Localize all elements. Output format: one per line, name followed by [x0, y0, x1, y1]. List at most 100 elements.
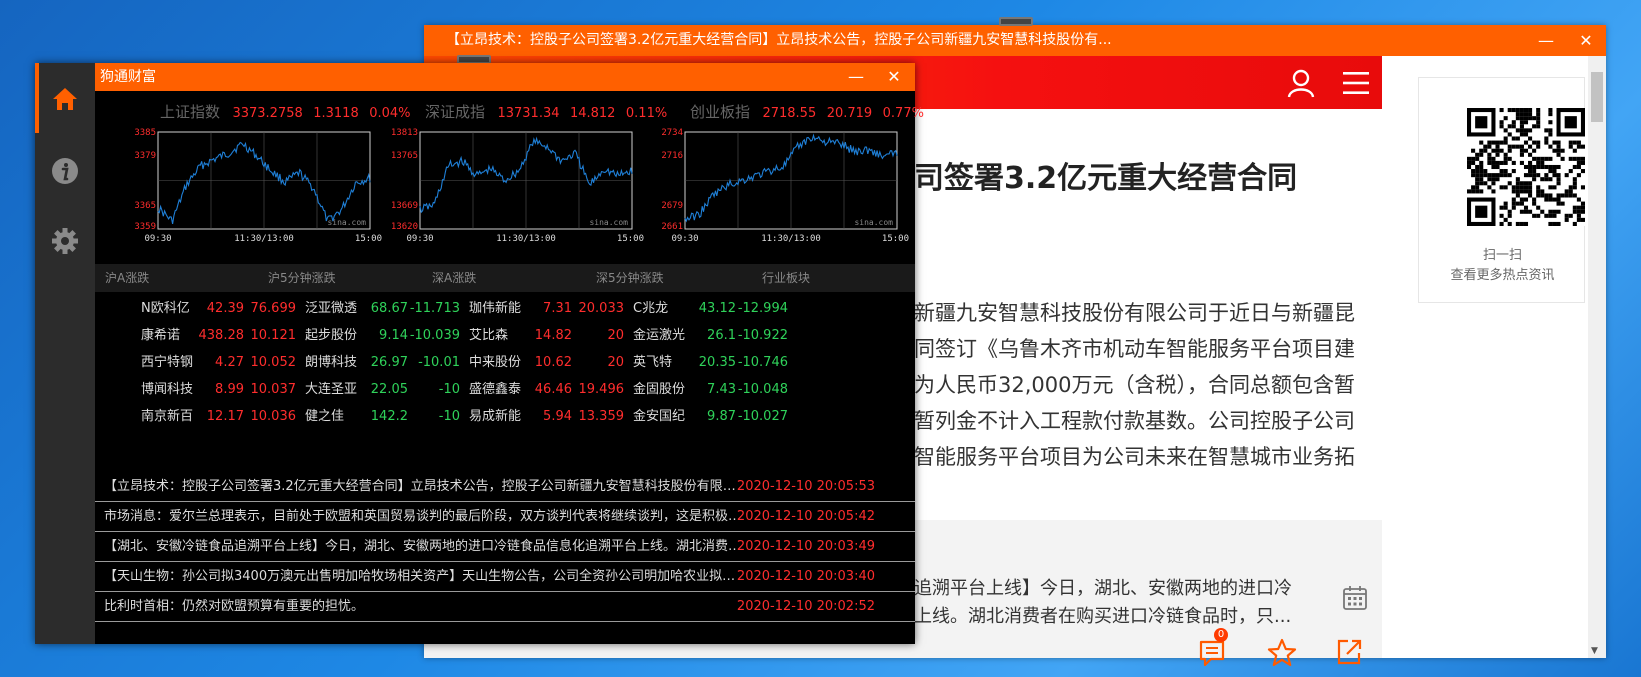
article-line: 同签订《乌鲁木齐市机动车智能服务平台项目建	[914, 337, 1355, 361]
sidebar-item-settings[interactable]	[35, 205, 95, 275]
news-time: 2020-12-10 20:05:53	[736, 479, 875, 494]
stock-change: -10.039	[409, 328, 460, 343]
index-percent: 0.11%	[625, 106, 668, 121]
stock-row[interactable]: 珈伟新能 7.31 20.033	[469, 295, 624, 322]
stock-row[interactable]: 金运激光 26.1 -10.922	[633, 322, 788, 349]
chart-y-label: 3359	[134, 222, 156, 232]
news-close-button[interactable]: ✕	[1566, 25, 1606, 56]
stock-price: 7.43	[707, 382, 736, 397]
stock-column: 珈伟新能 7.31 20.033 艾比森 14.82 20 中来股份 10.62 20 盛德…	[469, 295, 624, 430]
chart-x-label: 15:00	[617, 234, 644, 244]
stock-price: 8.99	[215, 382, 244, 397]
stock-row[interactable]: 西宁特钢 4.27 10.052	[141, 349, 296, 376]
stock-name: 英飞特	[633, 355, 673, 370]
qr-caption-line: 查看更多热点资讯	[1450, 268, 1555, 283]
ranking-tab-bar: 沪A涨跌 沪5分钟涨跌 深A涨跌 深5分钟涨跌 行业板块	[95, 264, 915, 292]
intraday-chart-shenzhen[interactable]: 13813 13765 13669 13620 09:30 11:30/13:00 15:0…	[392, 127, 652, 249]
stock-change: -10.01	[418, 355, 460, 370]
stock-row[interactable]: 泛亚微透 68.67 -11.713	[305, 295, 460, 322]
intraday-chart-shanghai[interactable]: 3385 3379 3365 3359 09:30 11:30/13:00 15:00 sin…	[130, 127, 390, 249]
stock-name: 康希诺	[141, 328, 181, 343]
stock-column: N欧科亿 42.39 76.699 康希诺 438.28 10.121 西宁特钢 4.27…	[141, 295, 296, 430]
sidebar-item-info[interactable]	[35, 135, 95, 205]
chart-y-label: 13620	[392, 222, 418, 232]
sidebar-item-home[interactable]	[35, 63, 95, 133]
stock-row[interactable]: 起步股份 9.14 -10.039	[305, 322, 460, 349]
stock-row[interactable]: C兆龙 43.12 -12.994	[633, 295, 788, 322]
stock-row[interactable]: N欧科亿 42.39 76.699	[141, 295, 296, 322]
index-name: 深证成指	[425, 103, 486, 121]
article-title: 司签署3.2亿元重大经营合同	[914, 161, 1298, 196]
stock-row[interactable]: 英飞特 20.35 -10.746	[633, 349, 788, 376]
calendar-icon[interactable]	[1342, 585, 1368, 611]
stock-row[interactable]: 金固股份 7.43 -10.048	[633, 376, 788, 403]
stock-row[interactable]: 博闻科技 8.99 10.037	[141, 376, 296, 403]
index-name: 上证指数	[160, 103, 221, 121]
tab-sz-a-movers[interactable]: 深A涨跌	[432, 264, 476, 292]
home-icon	[53, 88, 77, 110]
news-time: 2020-12-10 20:03:40	[736, 569, 875, 584]
stock-row[interactable]: 康希诺 438.28 10.121	[141, 322, 296, 349]
chart-x-label: 09:30	[406, 234, 433, 244]
stock-price: 7.31	[543, 301, 572, 316]
stock-price: 12.17	[206, 409, 244, 424]
news-text: 【天山生物：孙公司拟3400万澳元出售明加哈牧场相关资产】天山生物公告，公司全资…	[104, 569, 744, 584]
stock-price: 14.82	[534, 328, 572, 343]
stock-row[interactable]: 南京新百 12.17 10.036	[141, 403, 296, 430]
tab-sh-a-movers[interactable]: 沪A涨跌	[105, 264, 149, 292]
news-minimize-button[interactable]: —	[1526, 25, 1566, 56]
tab-sh-5min-movers[interactable]: 沪5分钟涨跌	[268, 264, 336, 292]
share-icon[interactable]	[1335, 638, 1363, 666]
index-change: 20.719	[826, 106, 873, 121]
article-line: 智能服务平台项目为公司未来在智慧城市业务拓	[914, 445, 1355, 469]
news-item[interactable]: 【天山生物：孙公司拟3400万澳元出售明加哈牧场相关资产】天山生物公告，公司全资…	[95, 562, 915, 592]
stock-row[interactable]: 艾比森 14.82 20	[469, 322, 624, 349]
qr-caption-line: 扫一扫	[1482, 248, 1522, 263]
stock-price: 5.94	[543, 409, 572, 424]
tab-sz-5min-movers[interactable]: 深5分钟涨跌	[596, 264, 664, 292]
related-news-item[interactable]: 追溯平台上线】今日，湖北、安徽两地的进口冷 上线。湖北消费者在购买进口冷链食品时…	[914, 575, 1334, 631]
stock-row[interactable]: 朗博科技 26.97 -10.01	[305, 349, 460, 376]
tab-industry-sectors[interactable]: 行业板块	[762, 264, 810, 292]
star-icon[interactable]	[1267, 638, 1297, 668]
stock-price: 20.35	[698, 355, 736, 370]
news-item[interactable]: 市场消息：爱尔兰总理表示，目前处于欧盟和英国贸易谈判的最后阶段，双方谈判代表将继…	[95, 502, 915, 532]
index-value: 13731.34	[497, 106, 560, 121]
intraday-chart-chinext[interactable]: 2734 2716 2679 2661 09:30 11:30/13:00 15:00 sin…	[657, 127, 917, 249]
chart-plot-area	[157, 131, 371, 230]
scrollbar[interactable]: ▼	[1588, 56, 1606, 658]
index-value: 2718.55	[762, 106, 817, 121]
stock-price: 142.2	[370, 409, 408, 424]
news-item[interactable]: 比利时首相：仍然对欧盟预算有重要的担忧。 2020-12-10 20:02:52	[95, 592, 915, 622]
stock-row[interactable]: 易成新能 5.94 13.359	[469, 403, 624, 430]
chart-x-label: 09:30	[671, 234, 698, 244]
scroll-down-icon[interactable]: ▼	[1591, 646, 1598, 656]
news-item[interactable]: 【立昂技术：控股子公司签署3.2亿元重大经营合同】立昂技术公告，控股子公司新疆九…	[95, 472, 915, 502]
index-quote-chinext: 创业板指 2718.55 20.719 0.77%	[690, 101, 930, 122]
stock-row[interactable]: 中来股份 10.62 20	[469, 349, 624, 376]
news-item[interactable]: 【湖北、安徽冷链食品追溯平台上线】今日，湖北、安徽两地的进口冷链食品信息化追溯平…	[95, 532, 915, 562]
stock-row[interactable]: 大连圣亚 22.05 -10	[305, 376, 460, 403]
window-grip-handle[interactable]	[999, 17, 1033, 26]
stock-row[interactable]: 金安国纪 9.87 -10.027	[633, 403, 788, 430]
chart-y-label: 2734	[661, 128, 683, 138]
stock-row[interactable]: 健之佳 142.2 -10	[305, 403, 460, 430]
stock-change: -10.048	[737, 382, 788, 397]
scrollbar-thumb[interactable]	[1591, 72, 1603, 122]
stock-name: 健之佳	[305, 409, 345, 424]
menu-icon[interactable]	[1342, 70, 1370, 96]
stock-name: C兆龙	[633, 301, 669, 316]
chart-plot-area	[684, 131, 898, 230]
sidebar	[35, 63, 95, 644]
news-window-title: 【立昂技术：控股子公司签署3.2亿元重大经营合同】立昂技术公告，控股子公司新疆九…	[446, 32, 1112, 48]
stock-minimize-button[interactable]: —	[837, 63, 875, 91]
index-quote-shenzhen: 深证成指 13731.34 14.812 0.11%	[425, 101, 673, 122]
stock-change: 20.033	[578, 301, 625, 316]
gear-icon	[52, 228, 78, 254]
stock-close-button[interactable]: ✕	[875, 63, 913, 91]
related-news-line: 上线。湖北消费者在购买进口冷链食品时，只...	[914, 606, 1292, 627]
news-titlebar: 【立昂技术：控股子公司签署3.2亿元重大经营合同】立昂技术公告，控股子公司新疆九…	[424, 25, 1606, 56]
stock-row[interactable]: 盛德鑫泰 46.46 19.496	[469, 376, 624, 403]
user-icon[interactable]	[1286, 68, 1316, 98]
index-name: 创业板指	[690, 103, 751, 121]
